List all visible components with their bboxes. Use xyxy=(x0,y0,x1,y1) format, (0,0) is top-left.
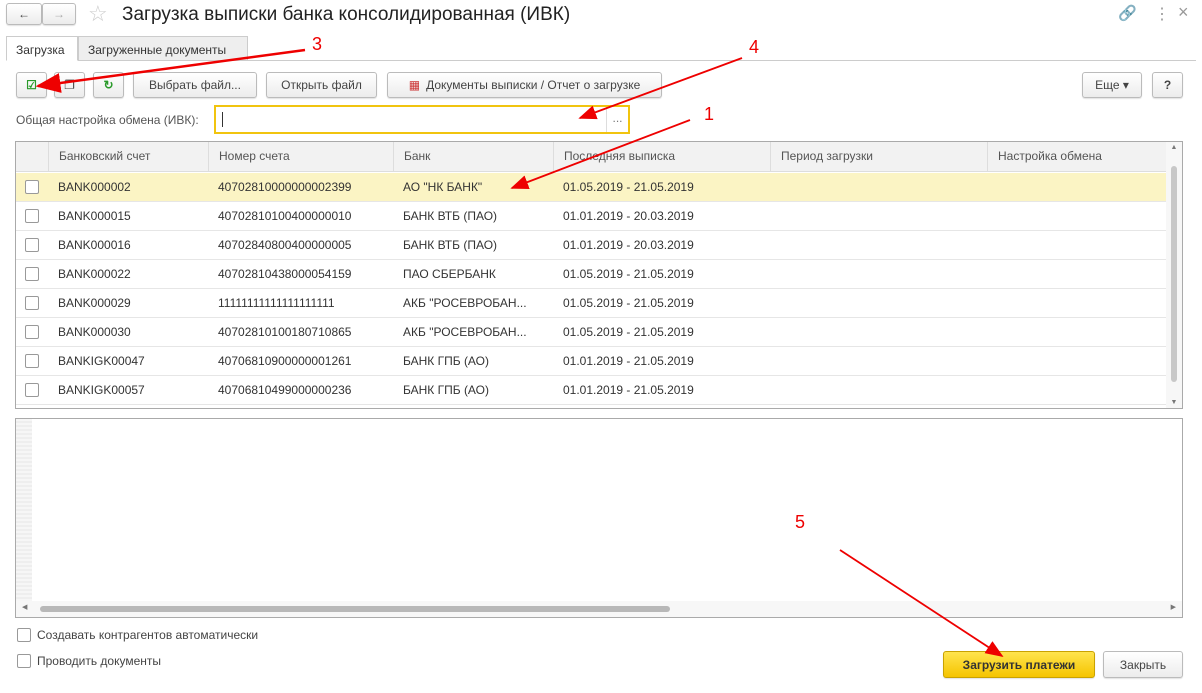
annotation-1: 1 xyxy=(704,104,715,124)
annotation-arrows xyxy=(35,48,1004,657)
annotation-5: 5 xyxy=(795,512,806,532)
annotation-arrow-1 xyxy=(510,119,691,189)
annotation-arrow-4 xyxy=(578,57,743,120)
annotation-arrow-5 xyxy=(839,549,1004,657)
annotation-4: 4 xyxy=(749,37,760,57)
annotation-3: 3 xyxy=(312,34,323,54)
annotation-arrow-3 xyxy=(35,48,306,93)
